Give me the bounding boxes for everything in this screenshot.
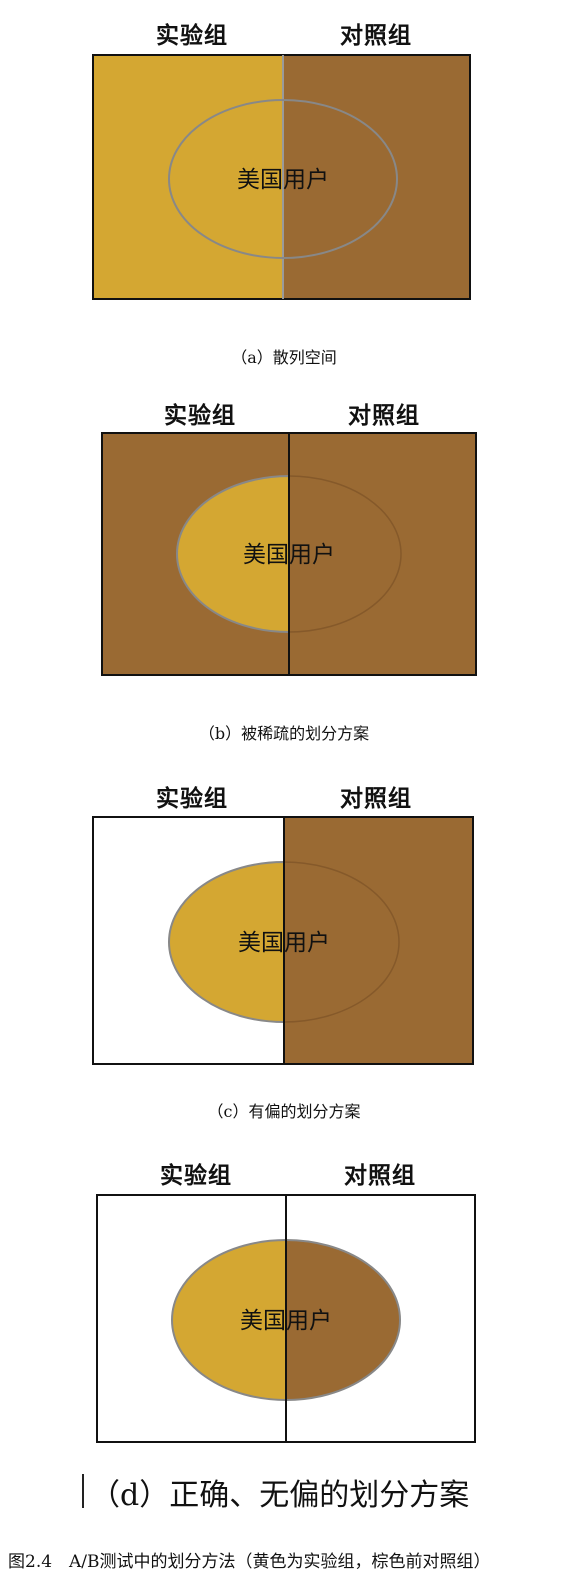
panel-c-ellipse-label: 美国用户 [238,930,330,956]
panel-a-caption: （a）散列空间 [231,348,337,367]
panel-d-header-control: 对照组 [344,1162,416,1189]
panel-d-diagram: 美国用户 [96,1194,476,1443]
panel-c-header-experiment: 实验组 [156,785,228,812]
panel-a-header-experiment: 实验组 [156,22,228,49]
figure-caption: 图2.4 A/B测试中的划分方法（黄色为实验组，棕色前对照组） [8,1552,491,1572]
panel-b-diagram: 美国用户 [101,432,477,676]
panel-b-ellipse-label: 美国用户 [243,542,335,568]
panel-a-ellipse-label: 美国用户 [237,167,329,193]
panel-a-diagram: 美国用户 [92,54,471,300]
text-cursor-bar [82,1474,84,1508]
panel-c-diagram: 美国用户 [92,816,474,1065]
panel-d-ellipse-label: 美国用户 [240,1308,332,1334]
panel-a-header-control: 对照组 [340,22,412,49]
panel-b-header-experiment: 实验组 [164,402,236,429]
panel-d-caption: （d）正确、无偏的划分方案 [90,1478,470,1513]
panel-c-header-control: 对照组 [340,785,412,812]
panel-b-header-control: 对照组 [348,402,420,429]
panel-c-caption: （c）有偏的划分方案 [207,1102,361,1121]
panel-b-caption: （b）被稀疏的划分方案 [198,724,370,743]
panel-d-header-experiment: 实验组 [160,1162,232,1189]
